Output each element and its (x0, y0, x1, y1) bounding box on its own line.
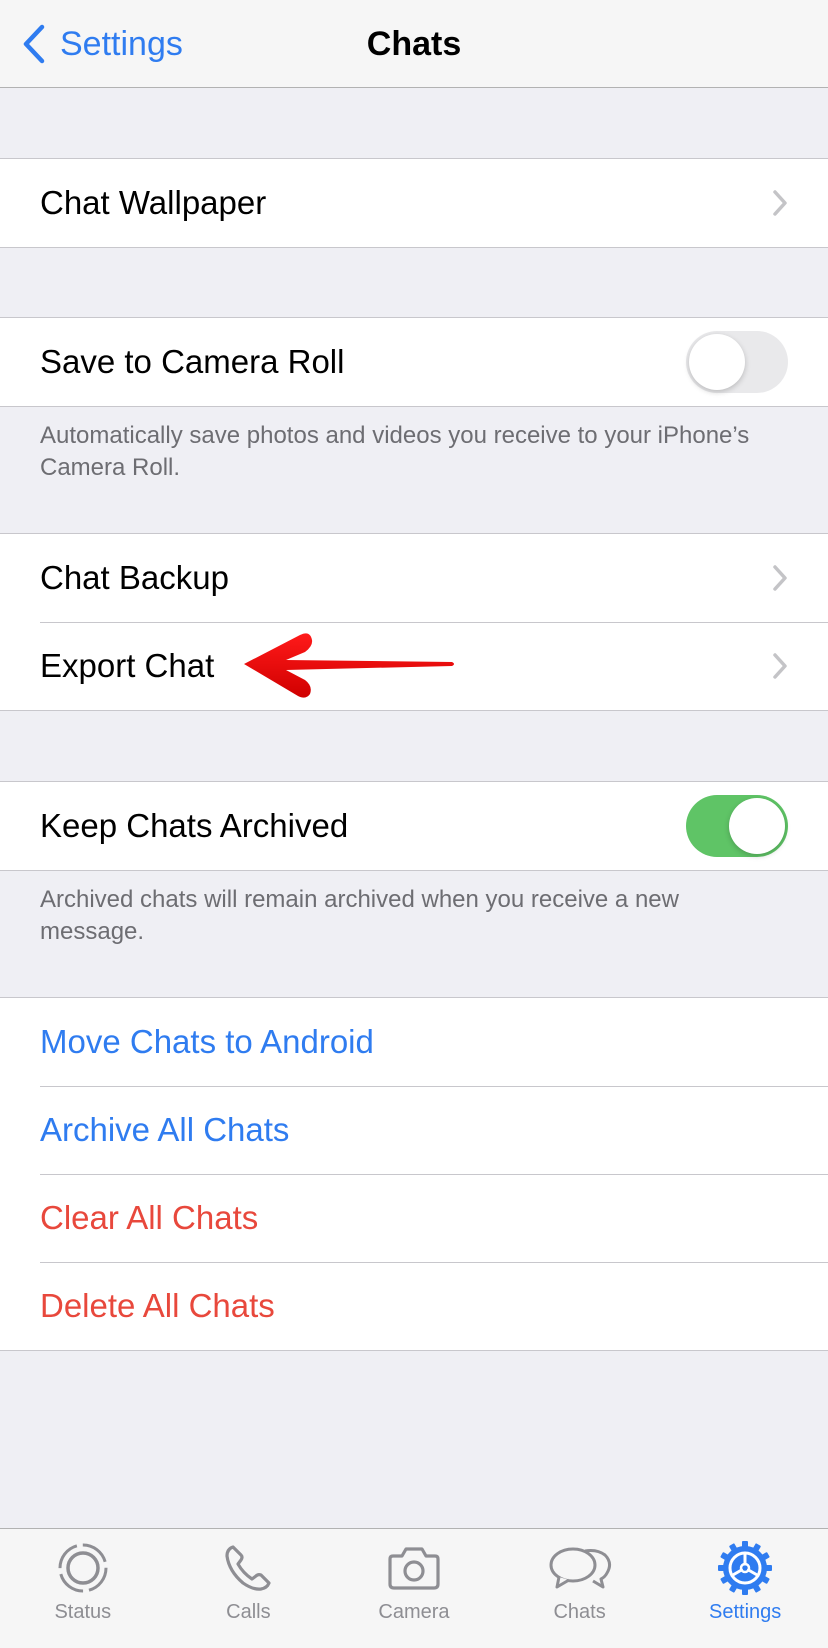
clear-all-chats-button[interactable]: Clear All Chats (0, 1174, 828, 1262)
chevron-right-icon (773, 653, 787, 679)
chat-wallpaper-row[interactable]: Chat Wallpaper (0, 159, 828, 247)
save-to-camera-roll-row: Save to Camera Roll (0, 318, 828, 406)
gear-icon (718, 1541, 773, 1595)
chat-wallpaper-label: Chat Wallpaper (40, 184, 267, 221)
keep-chats-archived-label: Keep Chats Archived (40, 807, 349, 844)
move-chats-to-android-button[interactable]: Move Chats to Android (0, 998, 828, 1086)
save-to-camera-roll-label: Save to Camera Roll (40, 343, 345, 380)
chat-backup-label: Chat Backup (40, 559, 229, 596)
phone-icon (225, 1545, 271, 1591)
actions-group: Move Chats to Android Archive All Chats … (0, 997, 828, 1351)
chat-backup-row[interactable]: Chat Backup (0, 534, 828, 622)
delete-all-chats-button[interactable]: Delete All Chats (0, 1262, 828, 1350)
tab-camera[interactable]: Camera (331, 1529, 497, 1648)
toggle-knob (729, 798, 785, 854)
nav-bar: Settings Chats (0, 0, 828, 88)
tab-bar: Status Calls Camera Chats Settings (0, 1528, 828, 1648)
tab-label: Settings (709, 1601, 782, 1623)
chevron-right-icon (773, 565, 787, 591)
camera-roll-footer: Automatically save photos and videos you… (40, 422, 750, 481)
keep-chats-archived-toggle[interactable] (686, 795, 788, 857)
chat-bubbles-icon (549, 1547, 611, 1589)
status-icon (58, 1543, 108, 1593)
tab-label: Camera (378, 1601, 450, 1623)
archived-group: Keep Chats Archived (0, 781, 828, 871)
wallpaper-group: Chat Wallpaper (0, 158, 828, 248)
camera-roll-group: Save to Camera Roll (0, 317, 828, 407)
export-chat-label: Export Chat (40, 647, 215, 684)
tab-label: Status (54, 1601, 112, 1623)
tab-label: Calls (226, 1601, 271, 1623)
page-title: Chats (366, 25, 462, 63)
archived-footer: Archived chats will remain archived when… (40, 886, 679, 945)
tab-settings[interactable]: Settings (662, 1529, 828, 1648)
save-to-camera-roll-toggle[interactable] (686, 331, 788, 393)
tab-label: Chats (553, 1601, 606, 1623)
chevron-right-icon (773, 190, 787, 216)
tab-status[interactable]: Status (0, 1529, 166, 1648)
keep-chats-archived-row: Keep Chats Archived (0, 782, 828, 870)
toggle-knob (689, 334, 745, 390)
archive-all-chats-button[interactable]: Archive All Chats (0, 1086, 828, 1174)
camera-icon (388, 1547, 440, 1590)
red-arrow-icon (244, 633, 454, 698)
tab-calls[interactable]: Calls (166, 1529, 332, 1648)
tab-chats[interactable]: Chats (497, 1529, 663, 1648)
